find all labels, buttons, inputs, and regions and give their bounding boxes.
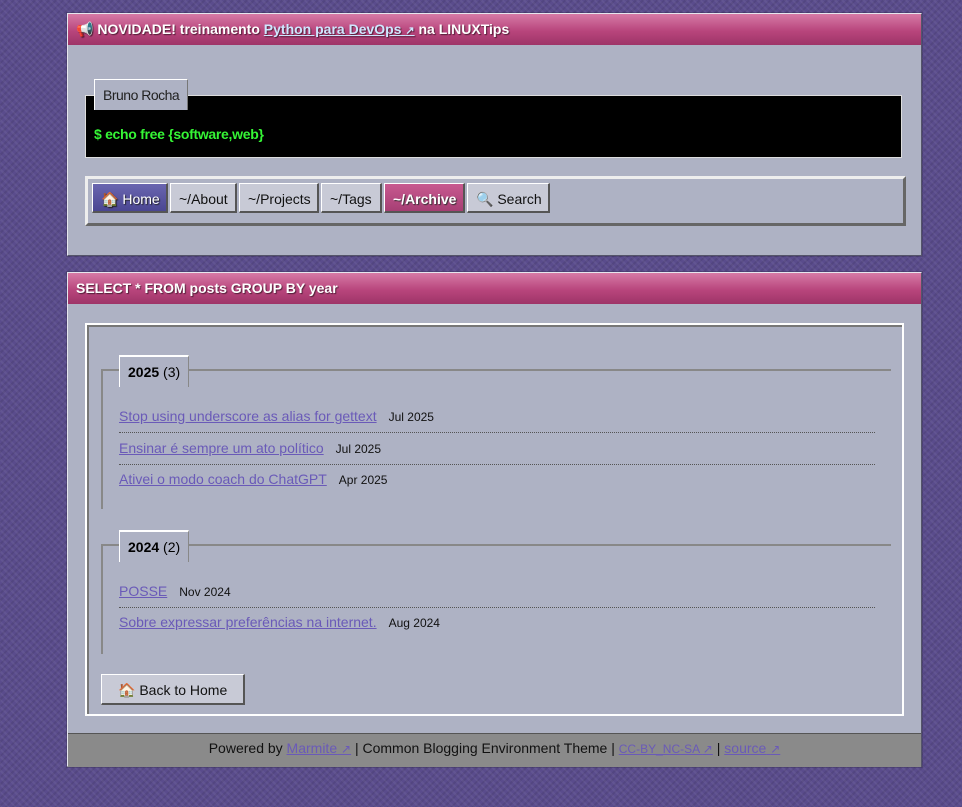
year-label: 2025 <box>128 364 160 380</box>
announcement-link[interactable]: Python para DevOps ↗ <box>264 21 415 37</box>
list-item: POSSE Nov 2024 <box>119 576 875 608</box>
list-item: Ensinar é sempre um ato político Jul 2025 <box>119 433 875 465</box>
post-link[interactable]: Sobre expressar preferências na internet… <box>119 614 377 630</box>
announcement-prefix: NOVIDADE! treinamento <box>97 21 260 37</box>
terminal-banner: $ echo free {software,web} <box>85 95 902 158</box>
source-link[interactable]: source ↗ <box>724 740 780 756</box>
post-date: Jul 2025 <box>388 410 434 424</box>
back-to-home-button[interactable]: 🏠 Back to Home <box>101 674 246 705</box>
post-link[interactable]: Ativei o modo coach do ChatGPT <box>119 471 327 487</box>
list-item: Ativei o modo coach do ChatGPT Apr 2025 <box>119 464 875 495</box>
home-icon: 🏠 <box>118 682 136 698</box>
nav-home[interactable]: 🏠 Home <box>92 183 168 213</box>
footer: Powered by Marmite ↗ | Common Blogging E… <box>68 733 921 767</box>
post-link[interactable]: Stop using underscore as alias for gette… <box>119 408 377 424</box>
post-date: Aug 2024 <box>388 616 440 630</box>
list-item: Stop using underscore as alias for gette… <box>119 401 875 433</box>
terminal-command: $ echo free {software,web} <box>94 126 264 142</box>
license-link[interactable]: CC-BY_NC-SA ↗ <box>619 742 713 756</box>
year-label: 2024 <box>128 539 160 555</box>
archive-panel: 2025 (3) Stop using underscore as alias … <box>85 323 904 716</box>
nav-about[interactable]: ~/About <box>170 183 237 213</box>
marmite-link[interactable]: Marmite ↗ <box>287 740 352 756</box>
post-date: Apr 2025 <box>338 473 388 487</box>
external-link-icon: ↗ <box>341 742 352 756</box>
announcement-bar: 📢 NOVIDADE! treinamento Python para DevO… <box>68 14 921 45</box>
megaphone-icon: 📢 <box>76 21 94 37</box>
nav-search[interactable]: 🔍 Search <box>467 183 550 213</box>
main-nav: 🏠 Home ~/About ~/Projects ~/Tags ~/Archi… <box>85 176 906 226</box>
year-group-2024: 2024 (2) POSSE Nov 2024 Sobre expressar p… <box>101 530 891 654</box>
year-group-2025: 2025 (3) Stop using underscore as alias … <box>101 355 891 509</box>
announcement-suffix: na LINUXTips <box>418 21 510 37</box>
header-window: 📢 NOVIDADE! treinamento Python para DevO… <box>67 13 922 256</box>
external-link-icon: ↗ <box>770 742 781 756</box>
search-icon: 🔍 <box>476 191 494 207</box>
nav-projects[interactable]: ~/Projects <box>239 183 319 213</box>
post-link[interactable]: POSSE <box>119 583 167 599</box>
author-name[interactable]: Bruno Rocha <box>94 79 189 110</box>
archive-title: SELECT * FROM posts GROUP BY year <box>68 273 921 304</box>
external-link-icon: ↗ <box>702 742 713 756</box>
theme-text: | Common Blogging Environment Theme | <box>354 740 615 756</box>
post-count: (3) <box>163 364 181 380</box>
archive-panel-inner: 2025 (3) Stop using underscore as alias … <box>87 325 902 714</box>
year-legend: 2024 (2) <box>119 530 190 562</box>
list-item: Sobre expressar preferências na internet… <box>119 607 875 638</box>
external-link-icon: ↗ <box>405 25 415 37</box>
author-box: Bruno Rocha $ echo free {software,web} <box>85 61 902 173</box>
powered-by-text: Powered by <box>208 740 283 756</box>
post-date: Jul 2025 <box>335 442 382 456</box>
nav-archive[interactable]: ~/Archive <box>384 183 465 213</box>
post-count: (2) <box>163 539 181 555</box>
post-link[interactable]: Ensinar é sempre um ato político <box>119 440 324 456</box>
archive-window: SELECT * FROM posts GROUP BY year 2025 (… <box>67 272 922 767</box>
year-legend: 2025 (3) <box>119 355 190 387</box>
home-icon: 🏠 <box>101 191 119 207</box>
separator: | <box>716 740 721 756</box>
post-date: Nov 2024 <box>179 585 231 599</box>
nav-tags[interactable]: ~/Tags <box>321 183 382 213</box>
